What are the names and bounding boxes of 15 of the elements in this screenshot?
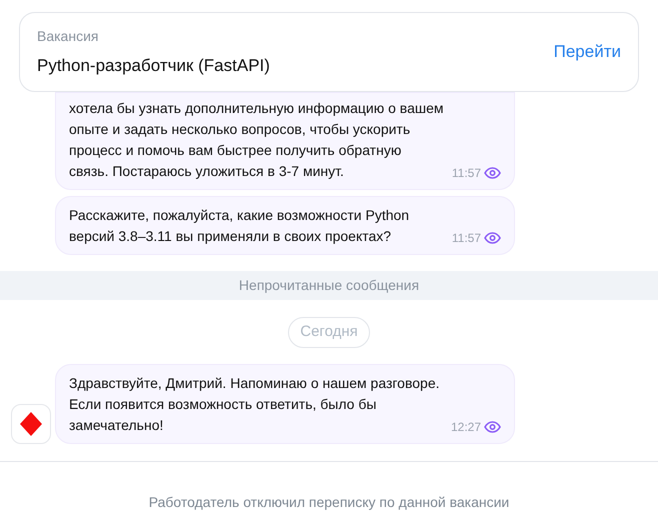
message-time: 11:57 [452,165,481,182]
message-time: 11:57 [452,230,481,247]
eye-icon [484,421,501,433]
message-text: Здравствуйте, Дмитрий. Напоминаю о нашем разговоре. Если появится возможность ответить, было бы замечательно! [69,374,440,435]
vacancy-label: Вакансия [37,26,100,46]
message-text: хотела бы узнать дополнительную информацию о вашем опыте и задать несколько вопросов, чтобы ускорить процесс и помочь вам быстрее получить обратную связь. Постараюсь уложиться в 3-7 минут. [69,99,444,181]
date-chip: Сегодня [288,317,370,348]
vacancy-title: Python-разработчик (FastAPI) [37,54,270,77]
footer-notice: Работодатель отключил переписку по данной вакансии [148,493,510,512]
message-text: Расскажите, пожалуйста, какие возможности Python версий 3.8–3.11 вы применяли в своих проектах? [69,206,410,246]
eye-icon [484,167,501,179]
open-vacancy-link[interactable]: Перейти [554,39,621,65]
eye-icon [484,232,501,244]
message-time: 12:27 [450,419,481,436]
diamond-logo-icon [20,412,42,436]
